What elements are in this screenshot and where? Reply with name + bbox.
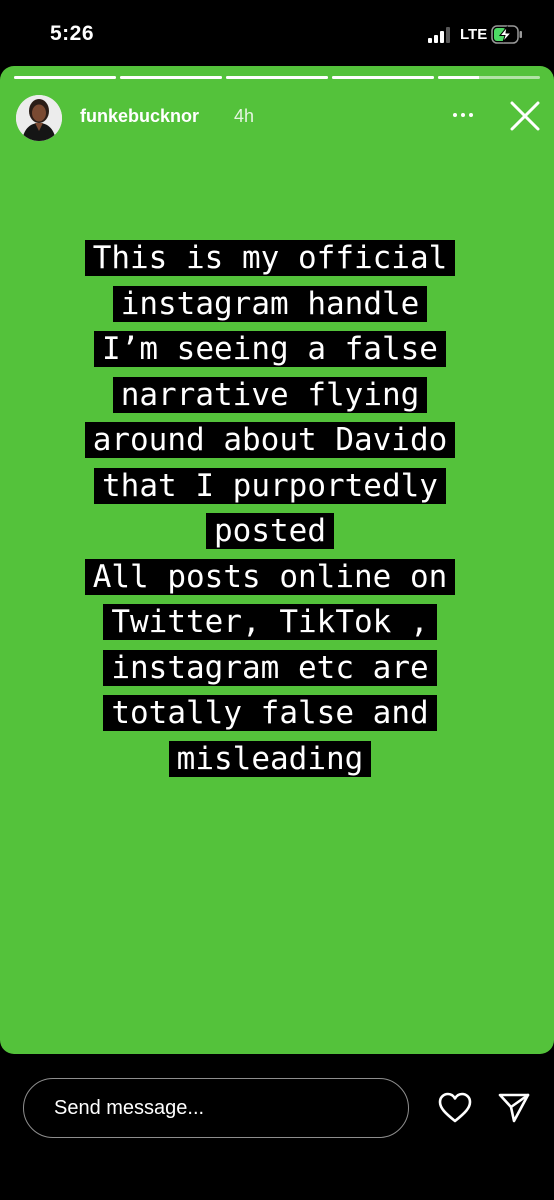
story-text-line: All posts online on [16,555,524,601]
battery-charging-icon [491,25,523,44]
story-text-line: totally false and [16,691,524,737]
send-button[interactable] [496,1090,532,1126]
story-username[interactable]: funkebucknor [80,106,199,127]
story-text-line: instagram etc are [16,646,524,692]
close-button[interactable] [506,100,544,134]
story-text-line: Twitter, TikTok , [16,600,524,646]
status-bar: 5:26 LTE [0,0,554,66]
story-progress-segment [14,76,116,79]
story-text-line: narrative flying [16,373,524,419]
more-options-button[interactable] [452,102,474,128]
heart-icon [438,1092,472,1123]
message-placeholder: Send message... [54,1097,205,1119]
story-text-line: This is my official [16,236,524,282]
cellular-signal-icon [428,27,454,43]
story-text-line: around about Davido [16,418,524,464]
send-icon [498,1093,530,1123]
story-time-ago: 4h [234,106,255,126]
story-text-line: posted [16,509,524,555]
story-view[interactable]: funkebucknor 4h This is my official insta… [0,66,554,1054]
like-button[interactable] [437,1091,473,1125]
more-horizontal-icon [453,113,473,117]
network-type: LTE [460,26,488,43]
message-input[interactable]: Send message... [23,1078,409,1138]
story-text-line: I’m seeing a false [16,327,524,373]
story-progress-segment [226,76,328,79]
story-text-line: instagram handle [16,282,524,328]
close-icon [510,101,540,131]
story-text-line: that I purportedly [16,464,524,510]
story-progress-segment [120,76,222,79]
story-progress-segment [332,76,434,79]
reply-bar: Send message... [0,1054,554,1200]
status-time: 5:26 [50,22,95,45]
story-progress-segment [438,76,540,79]
story-progress-bar [14,76,540,79]
story-text-line: misleading [16,737,524,783]
avatar[interactable] [16,95,62,141]
story-text: This is my official instagram handle I’m s… [16,236,524,782]
